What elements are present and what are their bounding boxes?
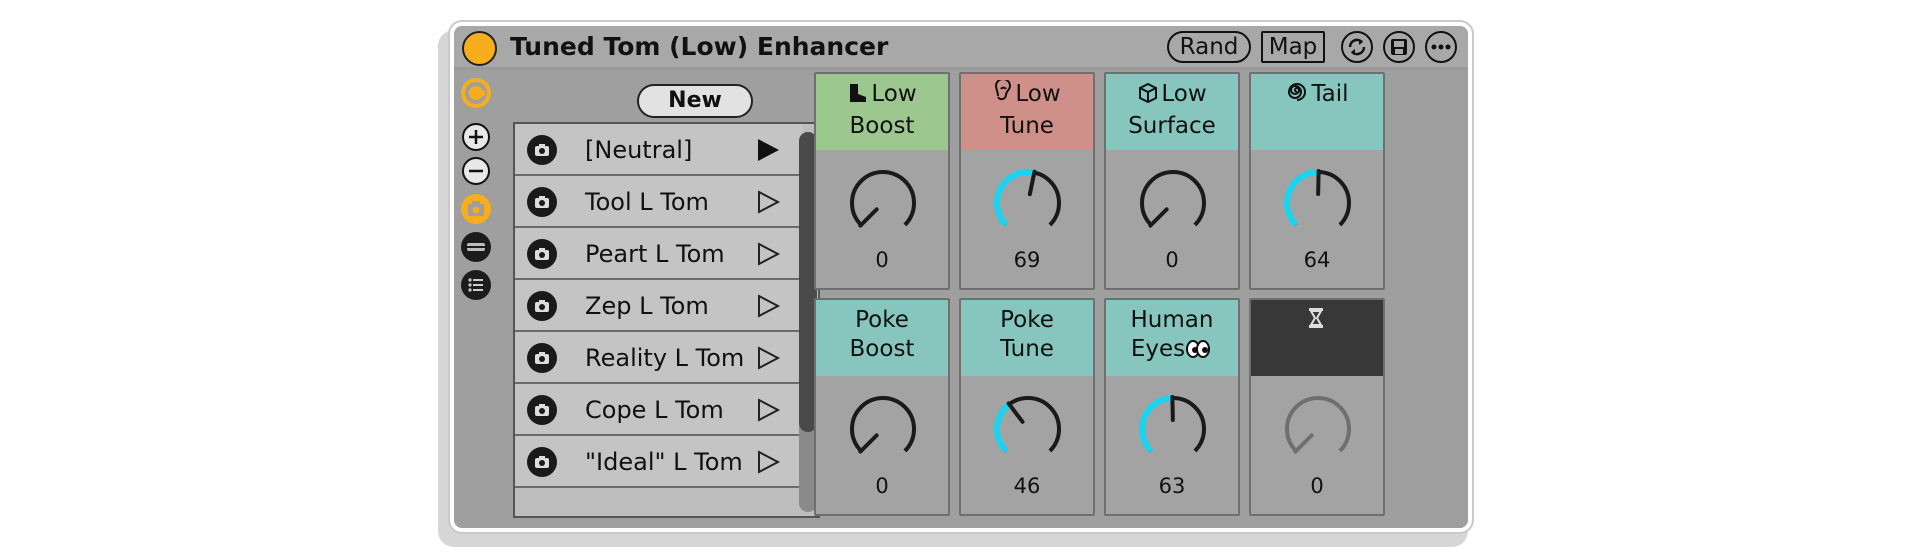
macro-line1: Low	[1015, 81, 1061, 107]
macro-label: Low Boost	[816, 74, 948, 150]
macro-value: 0	[1310, 474, 1324, 498]
camera-icon[interactable]	[527, 239, 557, 269]
macro-value: 0	[875, 248, 889, 272]
preset-name: "Ideal" L Tom	[585, 448, 743, 476]
preset-name: Tool L Tom	[585, 188, 709, 216]
macro-knob[interactable]	[846, 392, 920, 470]
save-icon[interactable]	[1383, 31, 1415, 63]
macro-8: 0	[1249, 298, 1385, 516]
play-icon[interactable]	[755, 293, 781, 323]
device-title: Tuned Tom (Low) Enhancer	[510, 32, 889, 61]
macro-label: Poke Tune	[961, 300, 1093, 376]
preset-name: [Neutral]	[585, 136, 693, 164]
camera-icon[interactable]	[527, 343, 557, 373]
camera-icon[interactable]	[527, 395, 557, 425]
macro-knob[interactable]	[1281, 166, 1355, 244]
more-options-icon[interactable]	[1425, 31, 1457, 63]
device-panel: Tuned Tom (Low) Enhancer Rand Map New [N…	[450, 22, 1472, 532]
remove-icon[interactable]	[459, 154, 493, 188]
play-icon[interactable]	[755, 137, 781, 167]
macro-line1: Low	[1161, 81, 1207, 107]
preset-row[interactable]: Zep L Tom	[515, 280, 803, 332]
snapshot-icon[interactable]	[459, 192, 493, 226]
preset-name: Reality L Tom	[585, 344, 745, 372]
macro-line2: Tune	[1000, 113, 1054, 139]
macro-knob[interactable]	[991, 392, 1065, 470]
macro-6: Poke Tune 46	[959, 298, 1095, 516]
rand-button[interactable]: Rand	[1167, 31, 1251, 63]
hourglass-icon	[1306, 306, 1326, 338]
macro-line1: Low	[871, 81, 917, 107]
macro-line1: Poke	[1000, 307, 1054, 333]
device-power-button[interactable]	[462, 31, 497, 66]
macro-line2: Eyes	[1130, 336, 1186, 362]
macro-4: Tail 64	[1249, 72, 1385, 290]
add-icon[interactable]	[459, 120, 493, 154]
macro-knob[interactable]	[1136, 166, 1210, 244]
macro-line2: Surface	[1128, 113, 1216, 139]
title-bar: Tuned Tom (Low) Enhancer Rand Map	[454, 26, 1468, 70]
preset-list: [Neutral] Tool L Tom Peart L Tom Zep L Tom R…	[513, 122, 820, 518]
new-preset-button[interactable]: New	[637, 84, 753, 118]
macro-knob[interactable]	[991, 166, 1065, 244]
macro-5: Poke Boost 0	[814, 298, 950, 516]
preset-name: Peart L Tom	[585, 240, 725, 268]
macro-value: 69	[1013, 248, 1041, 272]
play-icon[interactable]	[755, 241, 781, 271]
preset-row[interactable]: Reality L Tom	[515, 332, 803, 384]
play-icon[interactable]	[755, 449, 781, 479]
map-button[interactable]: Map	[1261, 31, 1325, 63]
macro-label: Low Surface	[1106, 74, 1238, 150]
preset-name: Zep L Tom	[585, 292, 709, 320]
preset-row[interactable]: [Neutral]	[515, 124, 803, 176]
macro-label: Poke Boost	[816, 300, 948, 376]
macro-knob[interactable]	[1281, 392, 1355, 470]
preset-name: Cope L Tom	[585, 396, 724, 424]
macro-line2: Boost	[849, 336, 915, 362]
macro-line2: Tune	[1000, 336, 1054, 362]
camera-icon[interactable]	[527, 291, 557, 321]
refresh-icon[interactable]	[1341, 31, 1373, 63]
preset-row[interactable]: Peart L Tom	[515, 228, 803, 280]
boot-icon	[847, 82, 869, 112]
macro-value: 64	[1303, 248, 1331, 272]
macro-7: Human Eyes 63	[1104, 298, 1240, 516]
camera-icon[interactable]	[527, 447, 557, 477]
macro-label	[1251, 300, 1383, 376]
ear-icon	[993, 78, 1013, 112]
macro-3: Low Surface 0	[1104, 72, 1240, 290]
preset-row[interactable]: Cope L Tom	[515, 384, 803, 436]
macro-line1: Poke	[855, 307, 909, 333]
macro-value: 46	[1013, 474, 1041, 498]
play-icon[interactable]	[755, 397, 781, 427]
play-icon[interactable]	[755, 345, 781, 375]
macro-knob[interactable]	[1136, 392, 1210, 470]
macro-value: 0	[1165, 248, 1179, 272]
macro-knob[interactable]	[846, 166, 920, 244]
list-icon[interactable]	[459, 268, 493, 302]
macro-1: Low Boost 0	[814, 72, 950, 290]
macro-2: Low Tune 69	[959, 72, 1095, 290]
spiral-icon	[1285, 80, 1309, 112]
macro-label: Tail	[1251, 74, 1383, 150]
camera-icon[interactable]	[527, 135, 557, 165]
macro-line1: Tail	[1311, 81, 1349, 107]
camera-icon[interactable]	[527, 187, 557, 217]
macro-value: 63	[1158, 474, 1186, 498]
tuned-mode-icon[interactable]	[459, 76, 493, 110]
macro-line2: Boost	[849, 113, 915, 139]
panel-icon[interactable]	[459, 230, 493, 264]
preset-row[interactable]: "Ideal" L Tom	[515, 436, 803, 488]
preset-row[interactable]: Tool L Tom	[515, 176, 803, 228]
macro-value: 0	[875, 474, 889, 498]
play-icon[interactable]	[755, 189, 781, 219]
macro-label: Human Eyes	[1106, 300, 1238, 376]
macro-label: Low Tune	[961, 74, 1093, 150]
cube-icon	[1137, 82, 1159, 112]
macro-line1: Human	[1130, 307, 1214, 333]
eyes-icon	[1185, 338, 1211, 367]
